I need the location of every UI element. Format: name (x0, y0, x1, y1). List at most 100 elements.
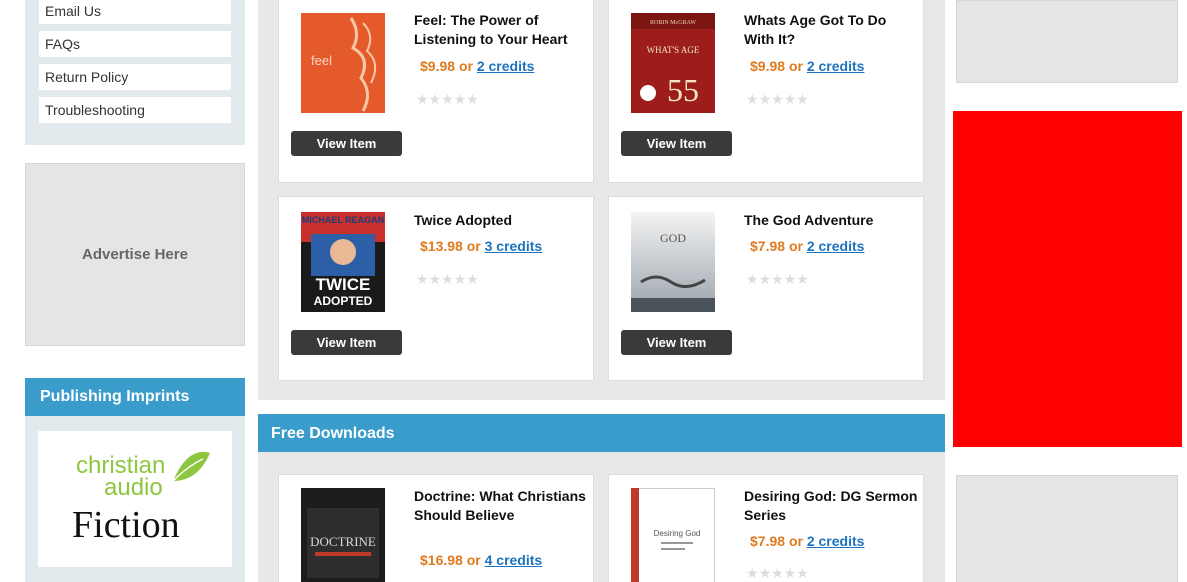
fiction-logo-graphic: christian audio Fiction (72, 451, 210, 546)
rating-stars[interactable]: ★★★★★ (416, 91, 479, 108)
cover-title-doctrine: DOCTRINE (310, 534, 376, 549)
product-price: $9.98 (750, 58, 786, 74)
cover-title-twice-1: TWICE (316, 275, 371, 294)
right-ad-slot-top[interactable] (956, 0, 1178, 83)
cover-title-age: WHAT'S AGE (647, 45, 700, 55)
star-icon: ★ (746, 91, 759, 107)
product-cover-feel[interactable]: feel (301, 13, 385, 113)
price-or: or (466, 238, 481, 254)
cover-number-age: 55 (667, 72, 699, 108)
christianaudio-fiction-logo[interactable]: christian audio Fiction (38, 431, 232, 567)
return-policy-link[interactable]: Return Policy (39, 64, 231, 90)
product-price-line: $16.98 or 4 credits (420, 552, 542, 568)
cover-author-twice: MICHAEL REAGAN (302, 215, 384, 225)
product-price-line: $13.98 or 3 credits (420, 238, 542, 254)
logo-word-audio: audio (104, 474, 163, 501)
star-icon: ★ (428, 271, 442, 287)
star-icon: ★ (783, 91, 797, 107)
cover-author-age: ROBIN McGRAW (650, 20, 696, 26)
cover-art-god-adventure: GOD (631, 212, 715, 312)
star-icon: ★ (428, 91, 442, 107)
star-icon: ★ (758, 271, 772, 287)
cover-art-desiring-god: Desiring God (631, 488, 715, 582)
price-or: or (458, 58, 473, 74)
troubleshooting-link[interactable]: Troubleshooting (39, 97, 231, 123)
view-item-button[interactable]: View Item (621, 330, 732, 355)
advertise-here-box[interactable]: Advertise Here (25, 163, 245, 346)
email-us-link[interactable]: Email Us (39, 0, 231, 24)
product-card: MICHAEL REAGAN TWICE ADOPTED Twice Adopt… (278, 196, 594, 381)
star-icon: ★ (441, 271, 454, 287)
product-price-line: $7.98 or 2 credits (750, 533, 864, 549)
product-title[interactable]: The God Adventure (744, 211, 919, 230)
rating-stars[interactable]: ★★★★★ (746, 91, 809, 108)
star-icon: ★ (466, 91, 479, 107)
cover-art-feel: feel (301, 13, 385, 113)
star-icon: ★ (783, 271, 797, 287)
product-cover-doctrine[interactable]: DOCTRINE (301, 488, 385, 582)
help-links-box: Email Us FAQs Return Policy Troubleshoot… (25, 0, 245, 145)
star-icon: ★ (796, 565, 809, 581)
right-ad-banner[interactable] (953, 111, 1182, 447)
star-icon: ★ (416, 91, 429, 107)
cover-title-desiring: Desiring God (654, 529, 701, 538)
star-icon: ★ (453, 91, 467, 107)
star-icon: ★ (466, 271, 479, 287)
star-icon: ★ (746, 271, 759, 287)
product-price-line: $9.98 or 2 credits (750, 58, 864, 74)
price-or: or (788, 58, 803, 74)
star-icon: ★ (453, 271, 467, 287)
page: Email Us FAQs Return Policy Troubleshoot… (0, 0, 1187, 582)
product-title[interactable]: Doctrine: What Christians Should Believe (414, 487, 589, 525)
star-icon: ★ (758, 91, 772, 107)
product-cover-god-adventure[interactable]: GOD (631, 212, 715, 312)
view-item-button[interactable]: View Item (291, 131, 402, 156)
rating-stars[interactable]: ★★★★★ (746, 271, 809, 288)
cover-art-whats-age: ROBIN McGRAW WHAT'S AGE 55 (631, 13, 715, 113)
product-price: $13.98 (420, 238, 463, 254)
star-icon: ★ (783, 565, 797, 581)
credits-link[interactable]: 2 credits (807, 533, 865, 549)
view-item-button[interactable]: View Item (621, 131, 732, 156)
cover-art-doctrine: DOCTRINE (301, 488, 385, 582)
product-price: $7.98 (750, 238, 786, 254)
price-or: or (788, 238, 803, 254)
product-title[interactable]: Feel: The Power of Listening to Your Hea… (414, 11, 589, 49)
star-icon: ★ (416, 271, 429, 287)
view-item-button[interactable]: View Item (291, 330, 402, 355)
publishing-imprints-heading: Publishing Imprints (25, 378, 245, 416)
advertise-here-text: Advertise Here (82, 246, 188, 263)
product-card: feel Feel: The Power of Listening to You… (278, 0, 594, 183)
star-icon: ★ (771, 565, 784, 581)
free-download-card: Desiring God Desiring God: DG Sermon Ser… (608, 474, 924, 582)
cover-title-god: GOD (660, 231, 686, 245)
product-price-line: $9.98 or 2 credits (420, 58, 534, 74)
credits-link[interactable]: 2 credits (807, 58, 865, 74)
credits-link[interactable]: 2 credits (807, 238, 865, 254)
cover-title-twice-2: ADOPTED (314, 294, 373, 308)
credits-link[interactable]: 3 credits (485, 238, 543, 254)
star-icon: ★ (796, 91, 809, 107)
rating-stars[interactable]: ★★★★★ (416, 271, 479, 288)
star-icon: ★ (758, 565, 772, 581)
credits-link[interactable]: 4 credits (485, 552, 543, 568)
star-icon: ★ (746, 565, 759, 581)
right-ad-slot-bottom[interactable] (956, 475, 1178, 582)
free-downloads-heading: Free Downloads (258, 414, 945, 453)
product-cover-twice-adopted[interactable]: MICHAEL REAGAN TWICE ADOPTED (301, 212, 385, 312)
product-cover-whats-age[interactable]: ROBIN McGRAW WHAT'S AGE 55 (631, 13, 715, 113)
rating-stars[interactable]: ★★★★★ (746, 565, 809, 582)
product-cover-desiring-god[interactable]: Desiring God (631, 488, 715, 582)
price-or: or (788, 533, 803, 549)
product-price: $7.98 (750, 533, 786, 549)
credits-link[interactable]: 2 credits (477, 58, 535, 74)
price-or: or (466, 552, 481, 568)
product-title[interactable]: Twice Adopted (414, 211, 589, 230)
product-price: $9.98 (420, 58, 456, 74)
product-card: GOD The God Adventure $7.98 or 2 credits… (608, 196, 924, 381)
star-icon: ★ (441, 91, 454, 107)
product-price-line: $7.98 or 2 credits (750, 238, 864, 254)
product-title[interactable]: Whats Age Got To Do With It? (744, 11, 919, 49)
product-title[interactable]: Desiring God: DG Sermon Series (744, 487, 919, 525)
faqs-link[interactable]: FAQs (39, 31, 231, 57)
